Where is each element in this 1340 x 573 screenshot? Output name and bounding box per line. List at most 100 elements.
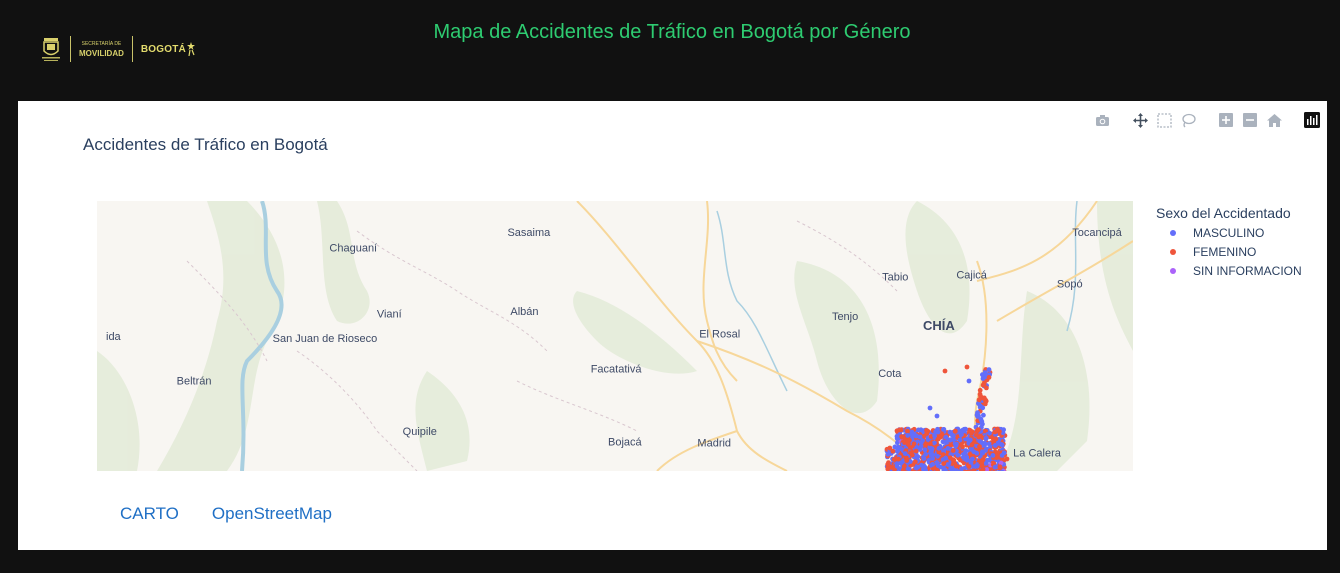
- accident-point: [917, 434, 923, 440]
- legend-marker: [1170, 229, 1176, 236]
- accident-point: [942, 368, 948, 374]
- accident-point: [905, 433, 911, 438]
- accident-point: [902, 451, 908, 456]
- place-label: Tenjo: [832, 311, 858, 323]
- accident-point: [953, 463, 959, 469]
- plotly-modebar: [1093, 111, 1321, 129]
- pan-icon[interactable]: [1131, 111, 1149, 129]
- accident-point: [936, 445, 942, 451]
- accident-point: [992, 464, 998, 470]
- place-label: Cajicá: [956, 270, 987, 282]
- place-label: San Juan de Rioseco: [273, 333, 378, 345]
- accident-point: [969, 442, 975, 448]
- place-label: Beltrán: [177, 375, 212, 387]
- accident-point: [924, 431, 930, 436]
- page-header: SECRETARÍA DE MOVILIDAD BOGOTÁ Mapa de A…: [0, 0, 1340, 100]
- accident-point: [912, 459, 918, 465]
- accident-point: [930, 462, 935, 467]
- accident-point: [999, 453, 1005, 458]
- plotly-logo-icon[interactable]: [1303, 111, 1321, 129]
- legend: Sexo del Accidentado MASCULINO FEMENINO …: [1156, 205, 1302, 280]
- place-label: ida: [106, 331, 122, 343]
- accident-point: [899, 434, 905, 439]
- zoom-in-icon[interactable]: [1217, 111, 1235, 129]
- accident-point: [950, 448, 956, 453]
- chart-panel: Accidentes de Tráfico en Bogotá Chaguaní…: [18, 101, 1327, 550]
- accident-point: [964, 364, 970, 370]
- place-label: El Rosal: [699, 328, 740, 340]
- legend-item-femenino[interactable]: FEMENINO: [1156, 242, 1302, 261]
- legend-title: Sexo del Accidentado: [1156, 205, 1291, 221]
- accident-point: [983, 370, 988, 375]
- reset-view-icon[interactable]: [1265, 111, 1283, 129]
- place-label: Vianí: [377, 308, 402, 320]
- accident-point: [894, 461, 900, 467]
- place-label: Albán: [510, 306, 538, 318]
- accident-point: [922, 447, 928, 453]
- legend-marker: [1170, 267, 1176, 274]
- accident-point: [945, 462, 951, 467]
- accident-point: [930, 456, 935, 461]
- accident-point: [971, 449, 977, 455]
- page-title: Mapa de Accidentes de Tráfico en Bogotá …: [433, 21, 911, 43]
- accident-point: [897, 427, 902, 433]
- accident-point: [913, 448, 919, 454]
- accident-point: [978, 393, 983, 399]
- accident-point: [959, 432, 964, 437]
- bogota-logo-text: BOGOTÁ: [140, 43, 186, 55]
- zoom-out-icon[interactable]: [1241, 111, 1259, 129]
- accident-point: [927, 405, 933, 411]
- accident-point: [968, 429, 974, 435]
- legend-label: MASCULINO: [1193, 225, 1265, 240]
- accident-point: [905, 428, 910, 434]
- accident-point: [904, 458, 910, 463]
- accident-point: [935, 463, 941, 469]
- place-label: Cota: [878, 368, 902, 380]
- legend-item-masculino[interactable]: MASCULINO: [1156, 223, 1302, 242]
- accident-point: [997, 429, 1002, 434]
- chart-title: Accidentes de Tráfico en Bogotá: [83, 135, 328, 154]
- openstreetmap-link[interactable]: OpenStreetMap: [212, 504, 332, 524]
- legend-label: FEMENINO: [1193, 244, 1257, 259]
- accident-point: [999, 442, 1005, 448]
- accident-point: [983, 397, 988, 403]
- accident-point: [947, 455, 953, 461]
- accident-point: [975, 414, 980, 419]
- accident-points: [884, 364, 1010, 471]
- accident-point: [941, 427, 946, 432]
- accident-point: [909, 429, 915, 435]
- accident-point: [910, 433, 916, 439]
- accident-point: [961, 454, 966, 460]
- accident-point: [959, 466, 965, 471]
- accident-point: [916, 427, 921, 433]
- accident-point: [967, 437, 973, 443]
- box-select-icon[interactable]: [1155, 111, 1173, 129]
- accident-point: [943, 434, 949, 440]
- accident-point: [983, 435, 989, 441]
- accident-point: [986, 375, 992, 380]
- accident-point: [983, 448, 988, 453]
- accident-point: [929, 447, 934, 453]
- accident-point: [950, 437, 955, 442]
- bogota-logo: BOGOTÁ: [141, 42, 196, 56]
- accident-point: [885, 462, 891, 467]
- map-boundaries: [186, 220, 898, 471]
- legend-marker: [1170, 248, 1176, 255]
- accident-point: [992, 443, 998, 448]
- place-label: Tabio: [882, 271, 908, 283]
- accident-point: [976, 427, 981, 432]
- accident-point: [935, 436, 941, 442]
- accident-point: [1004, 456, 1010, 462]
- accident-point: [927, 441, 933, 447]
- accident-point: [908, 450, 914, 456]
- map-canvas[interactable]: Chaguaní Sasaima Tocancipá Tabio Cajicá Sopó i…: [97, 201, 1133, 471]
- place-label: Facatativá: [591, 364, 643, 376]
- camera-icon[interactable]: [1093, 111, 1111, 129]
- accident-point: [941, 461, 947, 466]
- accident-point: [890, 448, 896, 454]
- place-label: Sasaima: [507, 227, 551, 239]
- legend-item-sin-informacion[interactable]: SIN INFORMACION: [1156, 261, 1302, 280]
- map-view[interactable]: Chaguaní Sasaima Tocancipá Tabio Cajicá Sopó i…: [97, 201, 1133, 471]
- carto-link[interactable]: CARTO: [120, 504, 179, 524]
- lasso-select-icon[interactable]: [1179, 111, 1197, 129]
